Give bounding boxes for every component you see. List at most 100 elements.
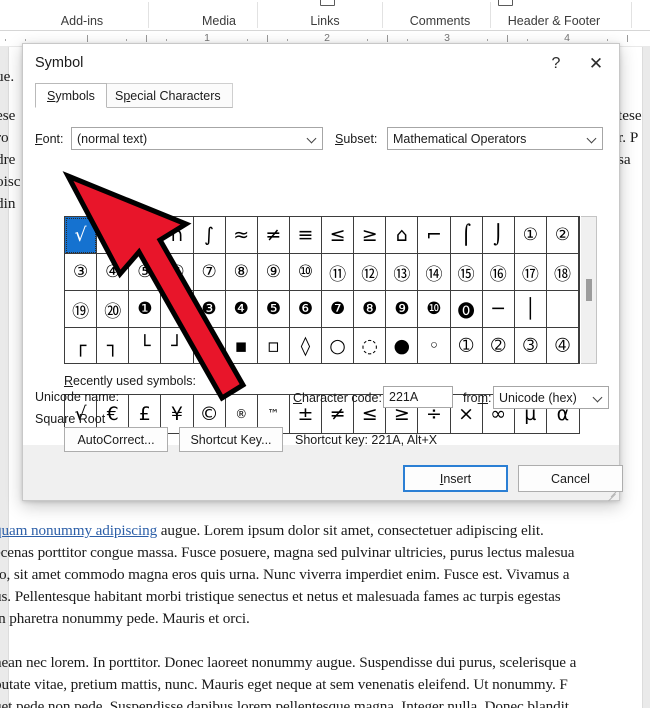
symbol-cell[interactable]: ⑫ — [354, 254, 387, 291]
symbol-cell[interactable]: ④ — [97, 254, 130, 291]
symbol-cell[interactable]: ⑰ — [514, 254, 547, 291]
insert-button-label: Insert — [439, 471, 472, 486]
symbol-cell[interactable]: ⑩ — [289, 254, 322, 291]
symbol-cell[interactable]: ⑯ — [482, 254, 515, 291]
tab-symbols[interactable]: Symbols — [35, 83, 107, 108]
symbol-cell[interactable]: ❶ — [129, 291, 162, 328]
ribbon-group-header-footer[interactable]: Header & Footer — [490, 0, 618, 31]
symbol-cell[interactable]: ∩ — [161, 217, 194, 254]
symbol-cell[interactable]: ❷ — [161, 291, 194, 328]
symbol-cell[interactable]: ▫ — [257, 328, 290, 363]
doc-hidden-right-3: sa — [618, 151, 631, 168]
symbol-cell[interactable]: ▪ — [225, 328, 258, 363]
subset-combo[interactable]: Mathematical Operators — [387, 127, 603, 150]
doc-line-text: augue. Lorem ipsum dolor sit amet, conse… — [157, 522, 544, 539]
symbol-cell[interactable]: ∞ — [97, 217, 130, 254]
symbol-cell[interactable]: ─ — [482, 291, 515, 328]
symbol-cell[interactable]: ① — [514, 217, 547, 254]
symbol-cell[interactable]: ⑤ — [129, 254, 162, 291]
resize-grip[interactable] — [605, 486, 617, 502]
symbol-cell[interactable]: ⑳ — [97, 291, 130, 328]
symbol-cell[interactable]: ⑱ — [546, 254, 579, 291]
doc-line: ecenas porttitor congue massa. Fusce pos… — [0, 544, 575, 561]
symbol-cell[interactable]: ≠ — [257, 217, 290, 254]
symbol-cell[interactable]: ◦ — [418, 328, 451, 363]
symbol-cell[interactable]: ➀ — [450, 328, 483, 363]
doc-hidden-right-2: r. P — [618, 129, 639, 146]
symbol-cell[interactable]: ⑨ — [257, 254, 290, 291]
symbol-cell[interactable]: □ — [193, 328, 226, 363]
chevron-down-icon[interactable] — [301, 128, 322, 149]
symbol-cell[interactable]: ❿ — [418, 291, 451, 328]
symbol-cell[interactable]: ❺ — [257, 291, 290, 328]
symbol-cell[interactable]: ◌ — [354, 328, 387, 363]
dialog-tabs: Symbols Special Characters — [23, 83, 619, 147]
symbol-cell[interactable]: ➁ — [482, 328, 515, 363]
font-combo[interactable]: (normal text) — [71, 127, 323, 150]
symbol-cell[interactable]: ⌐ — [418, 217, 451, 254]
symbol-cell[interactable]: ≥ — [354, 217, 387, 254]
symbol-cell[interactable]: ┘ — [161, 328, 194, 363]
ribbon-group-media[interactable]: Media — [184, 0, 254, 31]
symbol-cell[interactable]: ❸ — [193, 291, 226, 328]
ribbon-group-links[interactable]: Links — [292, 0, 358, 31]
shortcut-key-button[interactable]: Shortcut Key... — [179, 427, 283, 452]
insert-button[interactable]: Insert — [403, 465, 508, 492]
help-icon[interactable]: ? — [539, 50, 573, 78]
scrollbar-thumb[interactable] — [586, 279, 592, 301]
symbol-cell[interactable]: ≈ — [225, 217, 258, 254]
symbol-cell[interactable]: ⑦ — [193, 254, 226, 291]
symbol-cell[interactable]: ⑬ — [386, 254, 419, 291]
doc-hyperlink[interactable]: quam nonummy adipiscing — [0, 522, 157, 539]
symbol-cell[interactable]: ⌠ — [450, 217, 483, 254]
symbol-cell[interactable]: ∫ — [193, 217, 226, 254]
symbol-cell[interactable]: ❽ — [354, 291, 387, 328]
symbol-cell[interactable]: ⑪ — [322, 254, 355, 291]
symbol-cell[interactable]: ⑮ — [450, 254, 483, 291]
subset-label: Subset: — [335, 132, 378, 146]
symbol-cell[interactable]: ❹ — [225, 291, 258, 328]
symbol-cell[interactable] — [546, 291, 579, 328]
symbol-cell[interactable]: ┐ — [97, 328, 130, 363]
from-combo[interactable]: Unicode (hex) — [493, 386, 609, 409]
symbol-cell[interactable]: ┌ — [65, 328, 98, 363]
from-label: from: — [463, 391, 492, 405]
symbol-grid-scrollbar[interactable] — [581, 216, 597, 364]
symbol-cell[interactable]: ➂ — [514, 328, 547, 363]
ribbon-group-comments[interactable]: Comments — [392, 0, 488, 31]
symbol-cell[interactable]: ⑭ — [418, 254, 451, 291]
chevron-down-icon[interactable] — [587, 387, 608, 408]
symbol-cell[interactable]: ◊ — [289, 328, 322, 363]
symbol-cell[interactable]: ➃ — [546, 328, 579, 363]
symbol-cell[interactable]: ⌂ — [386, 217, 419, 254]
symbol-cell[interactable]: ⑲ — [65, 291, 98, 328]
symbol-cell[interactable]: ❻ — [289, 291, 322, 328]
symbol-cell[interactable]: ● — [386, 328, 419, 363]
symbol-cell[interactable]: ≡ — [289, 217, 322, 254]
symbol-cell[interactable]: ② — [546, 217, 579, 254]
symbol-grid[interactable]: √ ∞ ∟ ∩ ∫ ≈ ≠ ≡ ≤ ≥ ⌂ ⌐ ⌠ ⌡ ① ② ③ ④ ⑤ ⑥ ⑦ ⑧ ⑨ ⑩ ⑪ ⑫ ⑬ ⑭ ⑮ ⑯ ⑰ ⑱ ⑲ ⑳ ❶ ❷ ❸ ❹ ❺ ❻… — [64, 216, 580, 364]
dialog-title-bar[interactable]: Symbol ? ✕ — [23, 44, 619, 83]
symbol-cell[interactable]: ❼ — [322, 291, 355, 328]
symbol-cell[interactable]: ⑧ — [225, 254, 258, 291]
symbol-cell[interactable]: ⌡ — [482, 217, 515, 254]
symbol-cell[interactable]: ∟ — [129, 217, 162, 254]
symbol-cell[interactable]: ❾ — [386, 291, 419, 328]
close-icon[interactable]: ✕ — [578, 50, 614, 78]
shortcut-key-text: Shortcut key: 221A, Alt+X — [295, 433, 438, 447]
symbol-cell[interactable]: │ — [514, 291, 547, 328]
symbol-cell[interactable]: ③ — [65, 254, 98, 291]
ribbon-group-add-ins[interactable]: Add-ins — [42, 0, 122, 31]
symbol-cell[interactable]: √ — [65, 217, 98, 254]
chevron-down-icon[interactable] — [581, 128, 602, 149]
symbol-cell[interactable]: ⑥ — [161, 254, 194, 291]
symbol-cell[interactable]: ≤ — [322, 217, 355, 254]
autocorrect-button[interactable]: AutoCorrect... — [64, 427, 168, 452]
tab-special-characters[interactable]: Special Characters — [103, 83, 233, 108]
character-code-input[interactable]: 221A — [383, 386, 453, 408]
symbol-cell[interactable]: └ — [129, 328, 162, 363]
font-combo-value: (normal text) — [77, 131, 148, 146]
symbol-cell[interactable]: ○ — [322, 328, 355, 363]
doc-line: in pharetra nonummy pede. Mauris et orci… — [0, 610, 250, 627]
symbol-cell[interactable]: ⓿ — [450, 291, 483, 328]
